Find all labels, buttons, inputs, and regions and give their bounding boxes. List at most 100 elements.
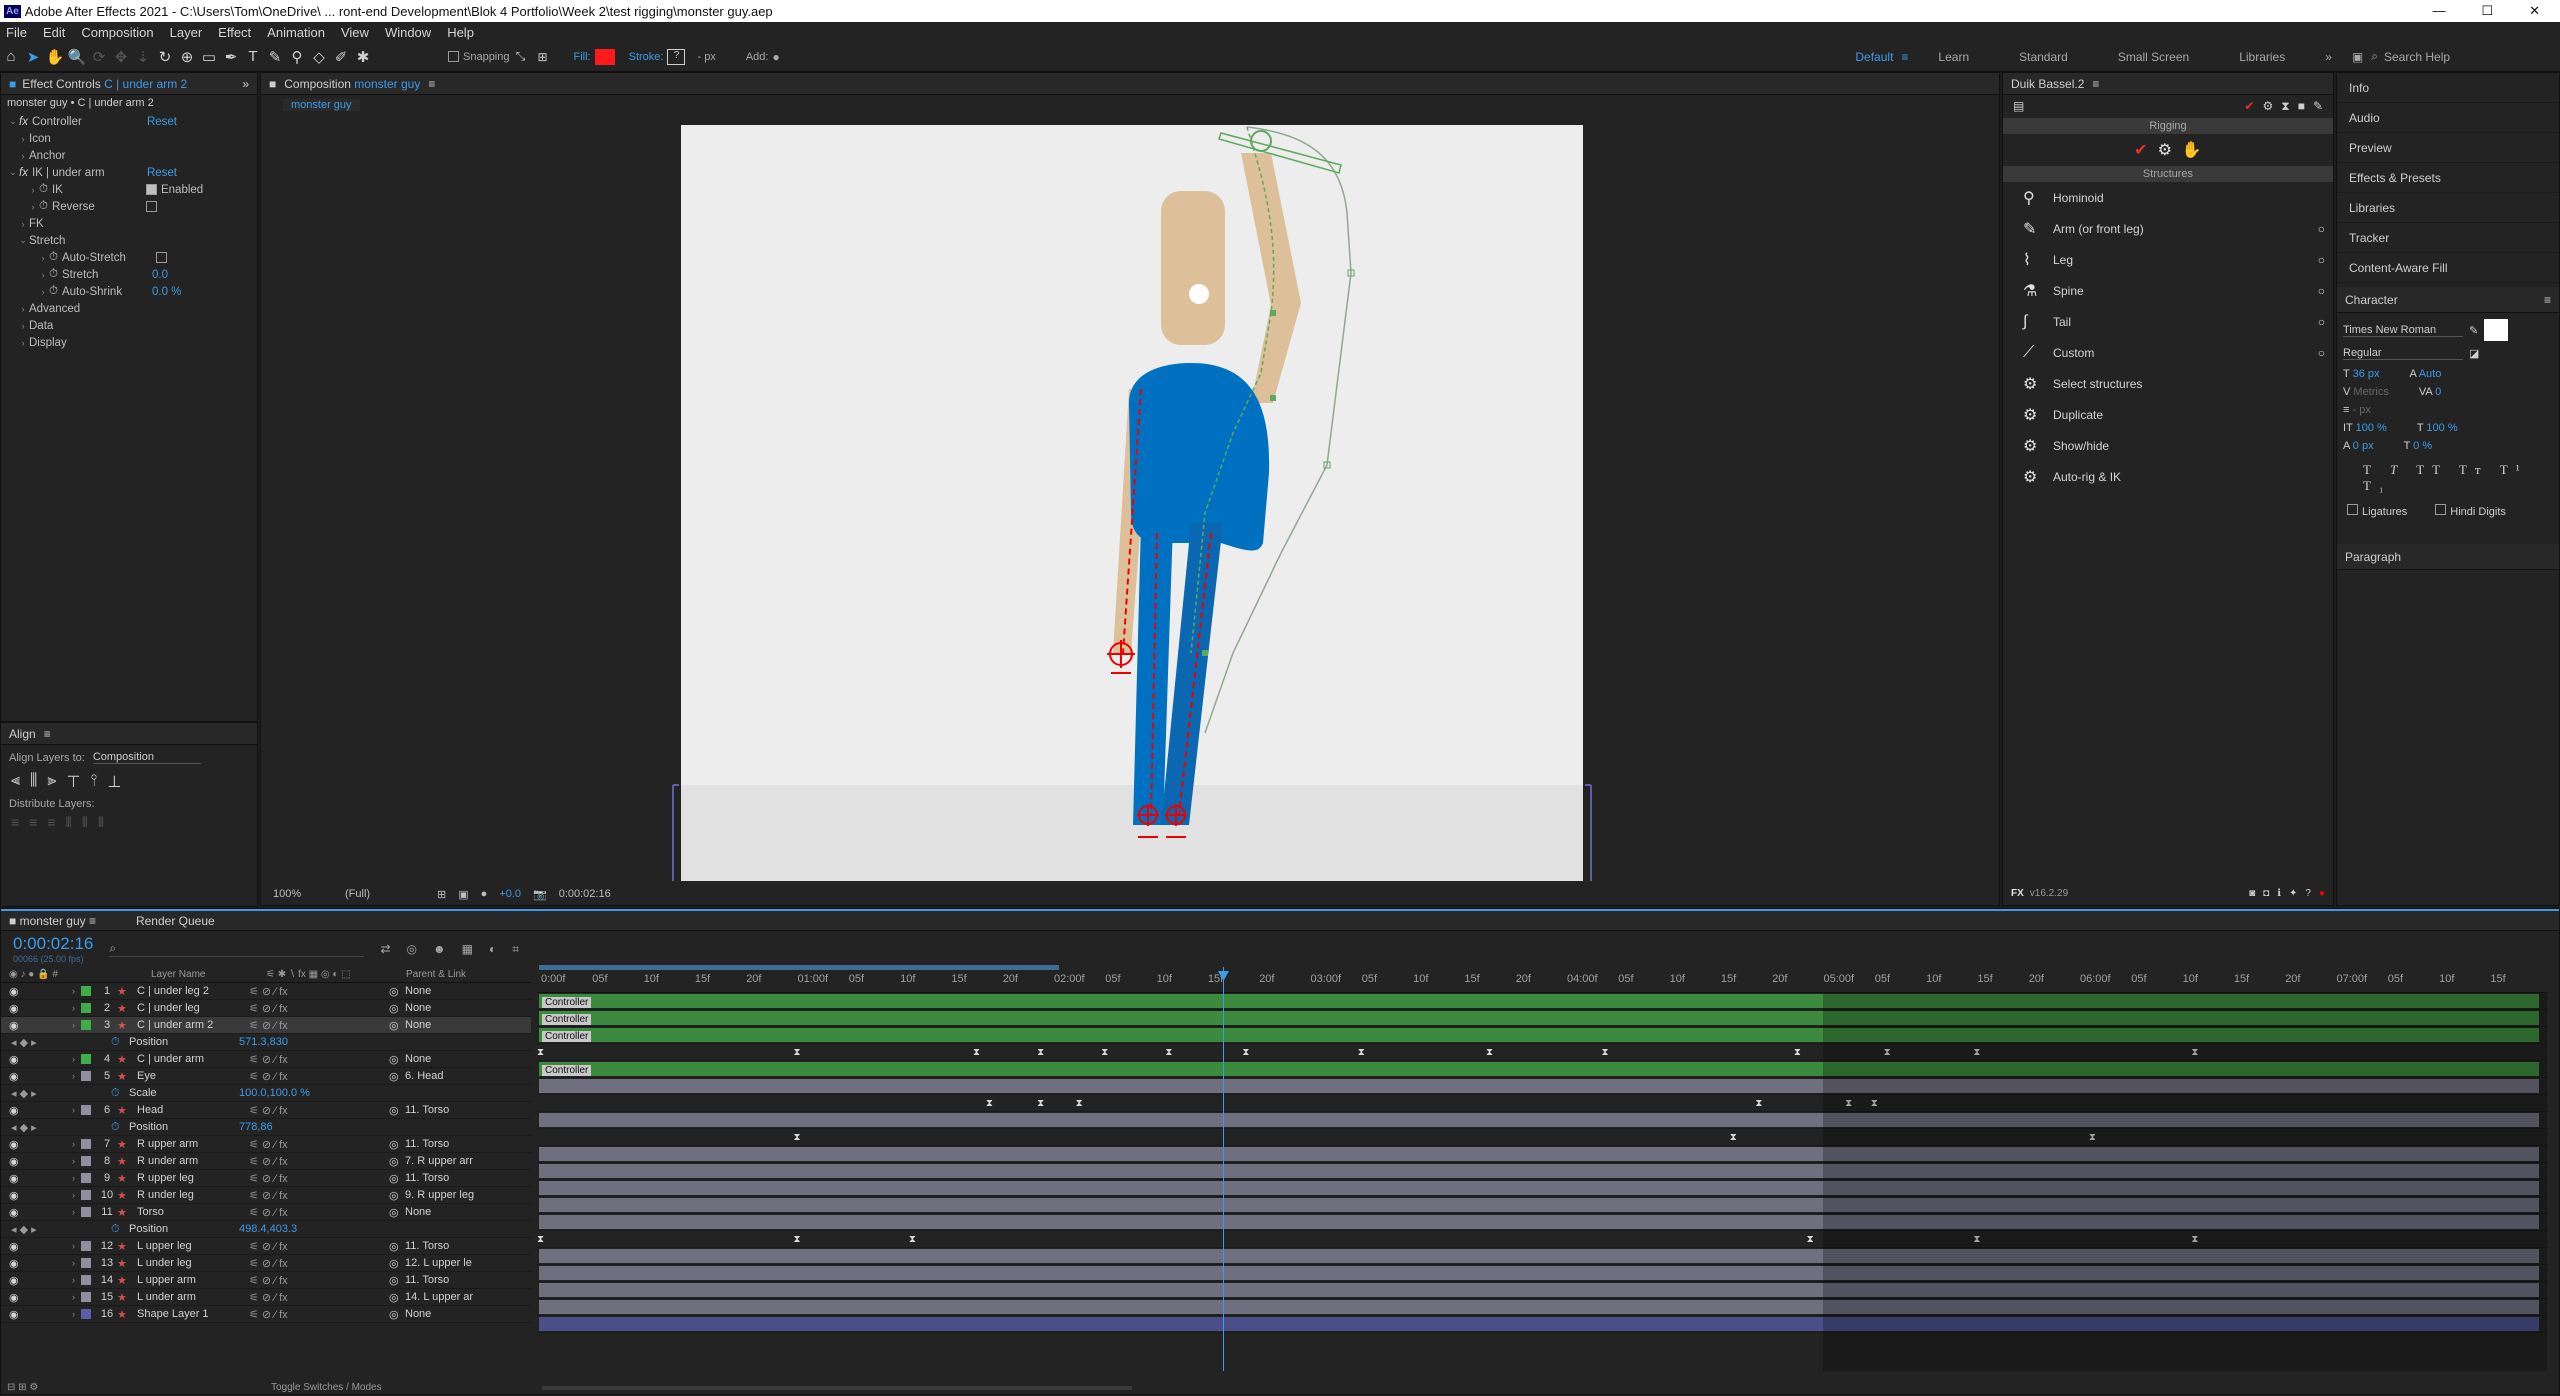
layer-row[interactable]: ◉ › 14 ★ L upper arm ⚟ ⊘ ∕ fx ◎ 11. Torso <box>1 1272 531 1289</box>
expand-layer-icon[interactable]: › <box>35 1071 75 1081</box>
expand-triangle-icon[interactable]: › <box>27 202 39 212</box>
stopwatch-icon[interactable]: ⏱ <box>49 285 58 298</box>
tracking-field[interactable]: VA 0 <box>2419 386 2441 398</box>
effect-checkbox[interactable] <box>145 184 157 195</box>
effect-controls-tab[interactable]: ■ Effect Controls C | under arm 2 » <box>1 73 257 95</box>
visibility-icon[interactable]: ◉ <box>1 1070 35 1083</box>
label-color-swatch[interactable] <box>81 1071 91 1081</box>
kerning-field[interactable]: V Metrics <box>2343 386 2389 398</box>
effect-row[interactable]: › FK <box>1 215 257 232</box>
type-style-buttons[interactable]: T T TT Tт T¹ T₁ <box>2343 462 2553 494</box>
distribute-top-icon[interactable]: ≡ <box>11 814 19 831</box>
pan-tool-icon[interactable]: ✥ <box>110 46 132 68</box>
layer-name[interactable]: Torso <box>137 1206 249 1218</box>
stroke-width-field[interactable]: ≡ - px <box>2343 404 2371 416</box>
keyframe[interactable]: ⧗ <box>1794 1047 1801 1058</box>
layer-row[interactable]: ◉ › 9 ★ R upper leg ⚟ ⊘ ∕ fx ◎ 11. Torso <box>1 1170 531 1187</box>
keyframe-nav-icon[interactable]: ◂ ◆ ▸ <box>1 1223 111 1236</box>
dolly-tool-icon[interactable]: ⇣ <box>132 46 154 68</box>
tools-icon[interactable]: ✦ <box>2289 888 2297 899</box>
stopwatch-icon[interactable]: ⏱ <box>111 1223 129 1236</box>
tsume-field[interactable]: T 0 % <box>2404 440 2433 452</box>
workspace-menu-icon[interactable]: ≡ <box>1901 50 1908 64</box>
align-top-icon[interactable]: ⊤ <box>66 772 80 792</box>
keyframe[interactable]: ⧗ <box>1037 1047 1044 1058</box>
layer-row[interactable]: ◉ › 1 ★ C | under leg 2 ⚟ ⊘ ∕ fx ◎ None <box>1 983 531 1000</box>
align-bottom-icon[interactable]: ⊥ <box>107 772 121 792</box>
pen-tool-icon[interactable]: ✒ <box>220 46 242 68</box>
layer-switches[interactable]: ⚟ ⊘ ∕ fx <box>249 1104 389 1117</box>
expand-layer-icon[interactable]: › <box>35 1309 75 1319</box>
layer-name[interactable]: R under arm <box>137 1155 249 1167</box>
anchor-tool-icon[interactable]: ⊕ <box>176 46 198 68</box>
expand-layer-icon[interactable]: › <box>35 1105 75 1115</box>
layer-name[interactable]: C | under leg 2 <box>137 985 249 997</box>
visibility-icon[interactable]: ◉ <box>1 1206 35 1219</box>
hand-tool-icon[interactable]: ✋ <box>44 46 66 68</box>
bones-icon[interactable]: ✔ <box>2134 140 2147 160</box>
distribute-left-icon[interactable]: ⦀ <box>66 814 72 831</box>
constraints-icon[interactable]: ⧗ <box>2281 99 2289 114</box>
parent-pickwhip-icon[interactable]: ◎ <box>389 1104 405 1117</box>
effect-row[interactable]: › ⏱ Auto-Stretch <box>1 249 257 266</box>
fx-icon[interactable]: fx <box>19 116 28 128</box>
layer-name[interactable]: Eye <box>137 1070 249 1082</box>
options-icon[interactable]: ○ <box>2318 222 2325 236</box>
parent-select[interactable]: None <box>405 985 485 997</box>
panel-tracker[interactable]: Tracker <box>2337 223 2559 253</box>
home-icon[interactable]: ⌂ <box>0 46 22 68</box>
property-row[interactable]: ◂ ◆ ▸ ⏱ Position 778,86 <box>1 1119 531 1136</box>
layer-switches[interactable]: ⚟ ⊘ ∕ fx <box>249 1291 389 1304</box>
add-icon[interactable]: ● <box>772 50 779 64</box>
selection-tool-icon[interactable]: ➤ <box>22 46 44 68</box>
layer-name[interactable]: C | under arm 2 <box>137 1019 249 1031</box>
label-color-swatch[interactable] <box>81 1190 91 1200</box>
keyframe[interactable]: ⧗ <box>1165 1047 1172 1058</box>
layer-row[interactable]: ◉ › 16 ★ Shape Layer 1 ⚟ ⊘ ∕ fx ◎ None <box>1 1306 531 1323</box>
effect-value[interactable]: 0.0 % <box>152 286 181 298</box>
keyframe[interactable]: ⧗ <box>794 1132 801 1143</box>
keyframe[interactable]: ⧗ <box>537 1234 544 1245</box>
layer-row[interactable]: ◉ › 5 ★ Eye ⚟ ⊘ ∕ fx ◎ 6. Head <box>1 1068 531 1085</box>
parent-pickwhip-icon[interactable]: ◎ <box>389 1172 405 1185</box>
exposure-value[interactable]: +0.0 <box>499 888 521 900</box>
layer-switches[interactable]: ⚟ ⊘ ∕ fx <box>249 1002 389 1015</box>
layer-name[interactable]: L upper arm <box>137 1274 249 1286</box>
panel-content-aware-fill[interactable]: Content-Aware Fill <box>2337 253 2559 283</box>
comp-breadcrumb[interactable]: monster guy <box>283 99 360 111</box>
zoom-tool-icon[interactable]: 🔍 <box>66 46 88 68</box>
font-style-select[interactable]: Regular <box>2343 347 2463 360</box>
parent-pickwhip-icon[interactable]: ◎ <box>389 1053 405 1066</box>
label-color-swatch[interactable] <box>81 1292 91 1302</box>
distribute-right-icon[interactable]: ⦀ <box>98 814 104 831</box>
parent-select[interactable]: 12. L upper le <box>405 1257 485 1269</box>
layer-name[interactable]: Head <box>137 1104 249 1116</box>
structure-spine[interactable]: ⚗ Spine ○ <box>2003 275 2333 306</box>
structure-duplicate[interactable]: ⚙ Duplicate <box>2003 399 2333 430</box>
chat-icon[interactable]: ◘ <box>2263 888 2269 899</box>
layer-switches[interactable]: ⚟ ⊘ ∕ fx <box>249 1240 389 1253</box>
keyframe[interactable]: ⧗ <box>1076 1098 1083 1109</box>
minimize-button[interactable]: — <box>2432 3 2445 19</box>
vertical-scale-field[interactable]: IT 100 % <box>2343 422 2387 434</box>
stopwatch-icon[interactable]: ⏱ <box>49 251 58 264</box>
expand-triangle-icon[interactable]: › <box>37 270 49 280</box>
fx-icon[interactable]: fx <box>19 167 28 179</box>
graph-editor-icon[interactable]: ⌗ <box>512 942 519 957</box>
visibility-icon[interactable]: ◉ <box>1 1138 35 1151</box>
property-row[interactable]: ◂ ◆ ▸ ⏱ Position 571.3,830 <box>1 1034 531 1051</box>
expand-triangle-icon[interactable]: › <box>17 151 29 161</box>
visibility-icon[interactable]: ◉ <box>1 1053 35 1066</box>
label-color-swatch[interactable] <box>81 1054 91 1064</box>
parent-pickwhip-icon[interactable]: ◎ <box>389 1206 405 1219</box>
expand-layer-icon[interactable]: › <box>35 1275 75 1285</box>
layer-switches[interactable]: ⚟ ⊘ ∕ fx <box>249 1172 389 1185</box>
rectangle-tool-icon[interactable]: ▭ <box>198 46 220 68</box>
timeline-tracks-area[interactable]: 0:00f 05f 10f 15f 20f 01:00f 05f 10f 15f 20f 02:00… <box>537 931 2560 1371</box>
effect-checkbox[interactable] <box>145 201 157 212</box>
layer-switches[interactable]: ⚟ ⊘ ∕ fx <box>249 1257 389 1270</box>
comp-mini-flowchart-icon[interactable]: ⇄ <box>380 942 390 956</box>
structure-select-structures[interactable]: ⚙ Select structures <box>2003 368 2333 399</box>
effect-row[interactable]: › ⏱ Reverse <box>1 198 257 215</box>
layer-row[interactable]: ◉ › 15 ★ L under arm ⚟ ⊘ ∕ fx ◎ 14. L upper ar <box>1 1289 531 1306</box>
